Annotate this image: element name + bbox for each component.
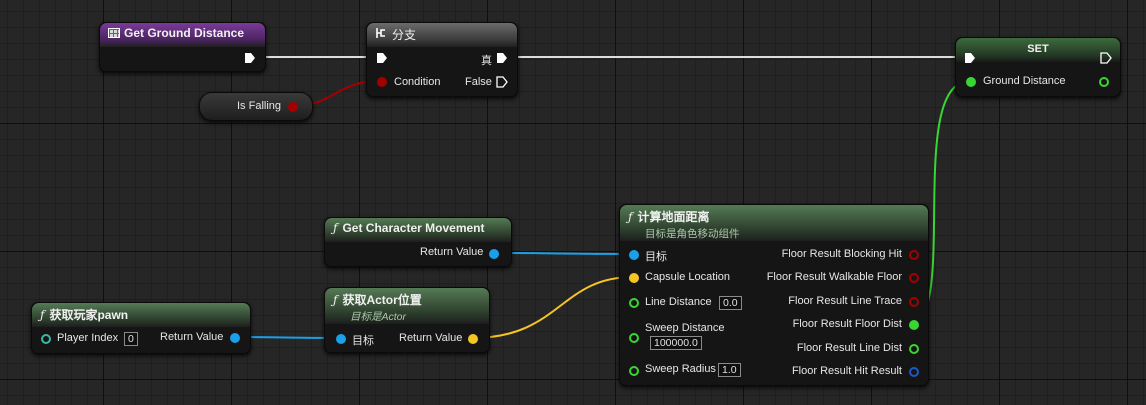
- sweep-radius-pin[interactable]: [629, 366, 639, 376]
- get-ground-distance-node[interactable]: Get Ground Distance: [99, 22, 266, 72]
- line-trace-label: Floor Result Line Trace: [788, 295, 902, 307]
- blocking-hit-pin[interactable]: [909, 250, 919, 260]
- node-title: 获取Actor位置: [342, 293, 422, 307]
- get-player-pawn-node[interactable]: ƒ 获取玩家pawn Player Index 0 Return Value: [31, 302, 251, 354]
- set-node[interactable]: SET Ground Distance: [955, 37, 1121, 97]
- return-value-pin[interactable]: [468, 334, 478, 344]
- ground-distance-in-pin[interactable]: [966, 77, 976, 87]
- ground-distance-label: Ground Distance: [983, 75, 1066, 87]
- get-actor-location-node[interactable]: ƒ 获取Actor位置 目标是Actor 目标 Return Value: [324, 287, 490, 353]
- capsule-location-pin[interactable]: [629, 273, 639, 283]
- vector-wire[interactable]: [471, 276, 634, 339]
- line-dist-pin[interactable]: [909, 344, 919, 354]
- exec-out-pin[interactable]: [1100, 52, 1112, 64]
- floor-dist-label: Floor Result Floor Dist: [792, 318, 902, 330]
- capsule-location-label: Capsule Location: [645, 271, 731, 283]
- line-distance-pin[interactable]: [629, 298, 639, 308]
- blocking-hit-label: Floor Result Blocking Hit: [781, 248, 902, 260]
- return-value-label: Return Value: [420, 246, 484, 258]
- return-value-pin[interactable]: [230, 333, 240, 343]
- target-pin[interactable]: [629, 250, 639, 260]
- is-falling-variable-node[interactable]: Is Falling: [199, 92, 313, 121]
- target-pin[interactable]: [336, 334, 346, 344]
- node-header: Get Ground Distance: [100, 23, 265, 47]
- false-label: False: [465, 76, 492, 88]
- sweep-radius-label: Sweep Radius: [645, 363, 716, 375]
- node-subtitle: 目标是Actor: [350, 311, 407, 323]
- function-icon: ƒ: [333, 293, 338, 307]
- condition-label: Condition: [394, 76, 441, 88]
- player-index-input[interactable]: 0: [124, 332, 138, 346]
- line-dist-label: Floor Result Line Dist: [796, 342, 902, 354]
- player-index-label: Player Index: [57, 332, 119, 344]
- branch-node[interactable]: 分支 真 Condition False: [366, 22, 518, 97]
- branch-icon: [375, 27, 387, 42]
- exec-out-pin[interactable]: [244, 52, 256, 64]
- target-label: 目标: [352, 335, 374, 347]
- node-subtitle: 目标是角色移动组件: [645, 228, 740, 240]
- exec-in-pin[interactable]: [376, 52, 388, 64]
- node-title: Get Character Movement: [342, 221, 485, 235]
- struct-icon: [108, 28, 120, 38]
- node-header: ƒ 计算地面距离 目标是角色移动组件: [620, 205, 928, 241]
- object-wire-movement[interactable]: [492, 252, 632, 255]
- sweep-distance-pin[interactable]: [629, 333, 639, 343]
- condition-pin[interactable]: [377, 77, 387, 87]
- node-header: SET: [956, 38, 1120, 62]
- node-header: ƒ 获取玩家pawn: [32, 303, 250, 327]
- hit-result-label: Floor Result Hit Result: [791, 365, 902, 377]
- exec-in-pin[interactable]: [964, 52, 976, 64]
- walkable-floor-label: Floor Result Walkable Floor: [766, 271, 902, 283]
- floor-dist-pin[interactable]: [909, 320, 919, 330]
- node-title: SET: [1027, 43, 1049, 55]
- ground-distance-out-pin[interactable]: [1099, 77, 1109, 87]
- return-value-label: Return Value: [160, 331, 224, 343]
- node-header: ƒ Get Character Movement: [325, 218, 511, 242]
- true-label: 真: [481, 55, 492, 67]
- compute-floor-distance-node[interactable]: ƒ 计算地面距离 目标是角色移动组件 目标 Capsule Location Li…: [619, 204, 929, 386]
- exec-false-pin[interactable]: [496, 76, 508, 88]
- line-distance-label: Line Distance: [645, 296, 712, 308]
- line-trace-pin[interactable]: [909, 297, 919, 307]
- function-icon: ƒ: [628, 210, 633, 224]
- exec-true-pin[interactable]: [496, 52, 508, 64]
- sweep-distance-label: Sweep Distance: [645, 322, 725, 334]
- is-falling-out-pin[interactable]: [288, 102, 298, 112]
- function-icon: ƒ: [333, 221, 338, 235]
- return-value-label: Return Value: [399, 332, 463, 344]
- line-distance-input[interactable]: 0.0: [719, 296, 742, 310]
- node-header: 分支: [367, 23, 517, 47]
- node-title: 获取玩家pawn: [49, 308, 129, 322]
- node-title: Get Ground Distance: [124, 26, 245, 40]
- node-title: 计算地面距离: [637, 210, 710, 224]
- return-value-pin[interactable]: [489, 249, 499, 259]
- node-title: 分支: [392, 28, 417, 42]
- variable-label: Is Falling: [237, 100, 282, 112]
- sweep-distance-input[interactable]: 100000.0: [650, 336, 702, 350]
- get-character-movement-node[interactable]: ƒ Get Character Movement Return Value: [324, 217, 512, 267]
- hit-result-pin[interactable]: [909, 367, 919, 377]
- walkable-floor-pin[interactable]: [909, 273, 919, 283]
- node-header: ƒ 获取Actor位置 目标是Actor: [325, 288, 489, 324]
- target-label: 目标: [645, 251, 667, 263]
- sweep-radius-input[interactable]: 1.0: [718, 363, 741, 377]
- player-index-pin[interactable]: [41, 334, 51, 344]
- function-icon: ƒ: [40, 308, 45, 322]
